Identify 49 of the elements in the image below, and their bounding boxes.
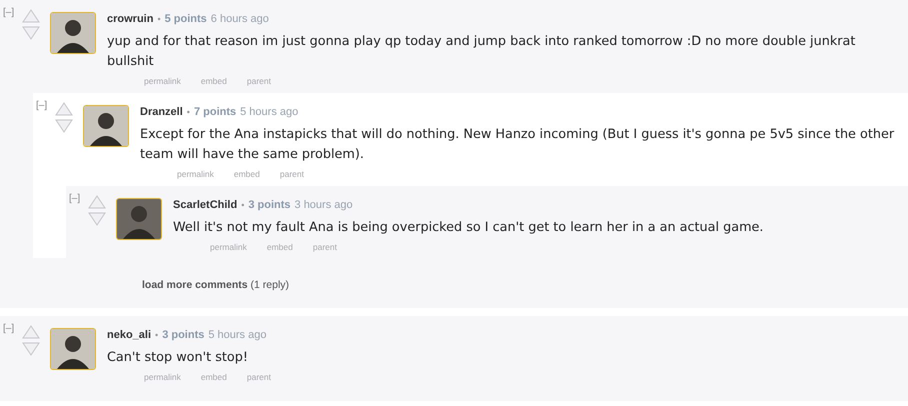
collapse-toggle[interactable]: [–] — [69, 192, 88, 206]
author-link[interactable]: neko_ali — [107, 323, 152, 347]
separator-dot: • — [157, 13, 161, 26]
action-link[interactable]: parent — [280, 168, 304, 180]
action-link[interactable]: parent — [246, 371, 271, 384]
avatar-icon — [51, 13, 95, 53]
downvote-icon[interactable] — [22, 26, 40, 40]
action-link[interactable]: embed — [266, 240, 293, 254]
timestamp: 6 hours ago — [210, 12, 269, 27]
downvote-icon[interactable] — [22, 342, 40, 356]
comment-text: yup and for that reason im just gonna play qp today and jump back into ranked tomorrow :D no more double junkrat bullshit — [107, 33, 856, 71]
score-text: 3 points — [162, 328, 204, 343]
downvote-icon[interactable] — [55, 118, 73, 133]
action-link[interactable]: parent — [312, 240, 337, 254]
separator-dot: • — [155, 329, 158, 342]
action-link[interactable]: permalink — [210, 240, 247, 254]
timestamp: 5 hours ago — [208, 328, 266, 343]
action-link[interactable]: parent — [246, 75, 271, 88]
action-link[interactable]: permalink — [177, 168, 214, 180]
avatar-icon — [84, 106, 128, 146]
action-link[interactable]: permalink — [144, 371, 181, 384]
separator-dot: • — [241, 198, 244, 212]
upvote-icon[interactable] — [22, 325, 40, 339]
action-link[interactable]: embed — [200, 75, 227, 88]
action-link[interactable]: embed — [200, 371, 227, 384]
score-text: 5 points — [164, 12, 207, 27]
upvote-icon[interactable] — [88, 194, 106, 208]
upvote-icon[interactable] — [22, 9, 40, 23]
separator-dot: • — [186, 106, 190, 119]
author-link[interactable]: crowruin — [107, 7, 154, 31]
downvote-icon[interactable] — [88, 212, 106, 226]
action-link[interactable]: permalink — [144, 75, 181, 88]
score-text: 7 points — [194, 104, 236, 120]
timestamp: 3 hours ago — [294, 198, 353, 212]
score-text: 3 points — [248, 198, 291, 212]
upvote-icon[interactable] — [55, 102, 73, 116]
comment-text: Can't stop won't stop! — [107, 349, 249, 367]
action-link[interactable]: embed — [234, 168, 260, 180]
collapse-toggle[interactable]: [–] — [3, 6, 22, 20]
comment-text: Except for the Ana instapicks that will do nothing. New Hanzo incoming (But I guess it's gonna pe 5v5 since the other team will have the same problem). — [140, 126, 896, 164]
load-more-link[interactable]: load more comments (1 reply) — [142, 279, 290, 292]
avatar-icon — [51, 329, 95, 369]
author-link[interactable]: Dranzell — [140, 100, 183, 124]
collapse-toggle[interactable]: [–] — [3, 322, 22, 336]
avatar-icon — [117, 198, 161, 238]
author-link[interactable]: ScarletChild — [173, 192, 238, 216]
timestamp: 5 hours ago — [240, 104, 298, 120]
collapse-toggle[interactable]: [–] — [36, 98, 55, 113]
comment-text: Well it's not my fault Ana is being overpicked so I can't get to learn her in a an actual game. — [173, 218, 764, 236]
